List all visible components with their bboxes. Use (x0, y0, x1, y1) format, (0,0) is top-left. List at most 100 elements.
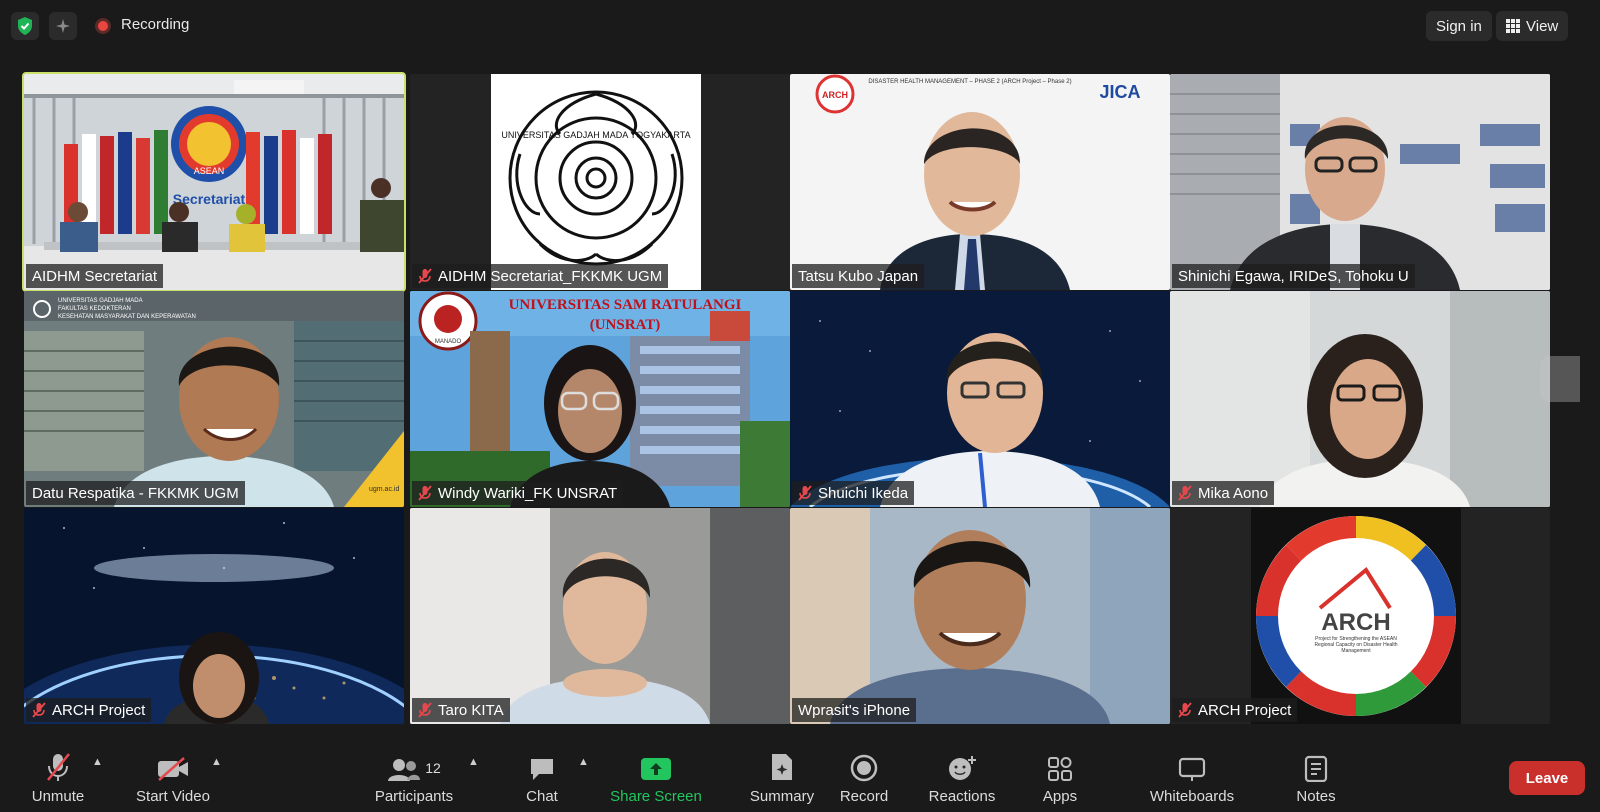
jica-banner: DISASTER HEALTH MANAGEMENT – PHASE 2 (AR… (868, 79, 1071, 85)
arch-logo-text: ARCH (1321, 609, 1390, 636)
video-grid: ASEAN Secretariat AIDHM Secretariat UNIV… (22, 72, 1574, 734)
participants-button[interactable]: 12 Participants (366, 748, 462, 805)
unsrat-seal-text: MANADO (435, 339, 462, 345)
whiteboards-button[interactable]: Whiteboards (1144, 748, 1240, 805)
participant-name: ARCH Project (52, 701, 146, 719)
apps-button[interactable]: Apps (1012, 748, 1108, 805)
asean-sign: ASEAN (194, 166, 225, 176)
participants-count: 12 (425, 760, 441, 776)
recording-dot-icon (95, 18, 111, 34)
video-feed: UNIVERSITAS GADJAH MADA FAKULTAS KEDOKTE… (24, 291, 404, 507)
start-video-button[interactable]: Start Video (125, 748, 221, 805)
ugm-seal-image: UNIVERSITAS GADJAH MADA YOGYAKARTA (410, 74, 790, 290)
leave-button[interactable]: Leave (1509, 761, 1585, 795)
arch-tagline: Project for Strengthening the ASEAN Regi… (1314, 636, 1398, 654)
participant-name: Windy Wariki_FK UNSRAT (438, 484, 618, 502)
notes-icon (1304, 755, 1328, 782)
participant-name: Datu Respatika - FKKMK UGM (32, 484, 239, 502)
participant-name: ARCH Project (1198, 701, 1292, 719)
video-feed (1170, 291, 1550, 507)
participant-name-bar: AIDHM Secretariat_FKKMK UGM (412, 264, 669, 288)
audio-options-chevron-icon[interactable]: ▲ (92, 756, 103, 768)
share-screen-label: Share Screen (610, 788, 702, 805)
share-screen-button[interactable]: Share Screen (608, 748, 704, 805)
unsrat-subtitle: (UNSRAT) (590, 317, 661, 333)
participant-name-bar: Wprasit's iPhone (792, 698, 917, 722)
participant-name-bar: AIDHM Secretariat (26, 264, 164, 288)
video-feed (790, 291, 1170, 507)
notes-label: Notes (1296, 788, 1336, 805)
arch-logo-image: ARCH Project for Strengthening the ASEAN… (1170, 508, 1550, 724)
ugm-url: ugm.ac.id (369, 486, 399, 493)
video-feed: DISASTER HEALTH MANAGEMENT – PHASE 2 (AR… (790, 74, 1170, 290)
ugm-seal-text: UNIVERSITAS GADJAH MADA YOGYAKARTA (501, 130, 690, 140)
arch-logo-small: ARCH (822, 90, 848, 100)
reactions-label: Reactions (928, 788, 996, 805)
participant-name-bar: Shuichi Ikeda (792, 481, 915, 505)
jica-logo: JICA (1099, 82, 1140, 102)
video-tile-wprasits-iphone[interactable]: Wprasit's iPhone (790, 508, 1170, 724)
video-tile-datu-respatika[interactable]: UNIVERSITAS GADJAH MADA FAKULTAS KEDOKTE… (24, 291, 404, 507)
ai-sparkle-icon[interactable] (49, 12, 77, 40)
video-tile-aidhm-secretariat[interactable]: ASEAN Secretariat AIDHM Secretariat (22, 72, 406, 292)
video-off-icon (158, 757, 188, 781)
participant-name-bar: Mika Aono (1172, 481, 1275, 505)
video-feed (790, 508, 1170, 724)
video-tile-mika-aono[interactable]: Mika Aono (1170, 291, 1550, 507)
video-tile-aidhm-secretariat-fkkmk-ugm[interactable]: UNIVERSITAS GADJAH MADA YOGYAKARTA AIDHM… (410, 74, 790, 290)
gallery-scroll-handle[interactable] (1540, 356, 1580, 402)
mic-muted-icon (418, 268, 432, 284)
notes-button[interactable]: Notes (1268, 748, 1364, 805)
participants-options-chevron-icon[interactable]: ▲ (468, 756, 479, 768)
mic-muted-icon (32, 702, 46, 718)
participants-label: Participants (374, 788, 454, 805)
start-video-label: Start Video (136, 788, 210, 805)
top-bar: Recording Sign in View (0, 0, 1600, 52)
mic-muted-icon (418, 702, 432, 718)
summary-label: Summary (749, 788, 815, 805)
participants-icon (388, 759, 421, 781)
view-button[interactable]: View (1496, 11, 1569, 41)
participant-name-bar: Shinichi Egawa, IRIDeS, Tohoku U (1172, 264, 1415, 288)
mic-muted-icon (1178, 485, 1192, 501)
video-tile-shuichi-ikeda[interactable]: Shuichi Ikeda (790, 291, 1170, 507)
security-shield-icon[interactable] (11, 12, 39, 40)
participant-name: AIDHM Secretariat_FKKMK UGM (438, 267, 663, 285)
ugm-header-line-2: FAKULTAS KEDOKTERAN (58, 306, 131, 312)
recording-label: Recording (121, 16, 190, 33)
video-tile-arch-project-1[interactable]: ARCH Project (24, 508, 404, 724)
chat-label: Chat (526, 788, 558, 805)
participant-name: Mika Aono (1198, 484, 1269, 502)
video-tile-taro-kita[interactable]: Taro KITA (410, 508, 790, 724)
participant-name-bar: ARCH Project (1172, 698, 1298, 722)
chat-options-chevron-icon[interactable]: ▲ (578, 756, 589, 768)
share-screen-icon (641, 758, 671, 780)
video-tile-shinichi-egawa[interactable]: Shinichi Egawa, IRIDeS, Tohoku U (1170, 74, 1550, 290)
record-label: Record (839, 788, 889, 805)
participant-name-bar: Datu Respatika - FKKMK UGM (26, 481, 245, 505)
chat-icon (531, 759, 553, 780)
reactions-icon (949, 756, 976, 780)
participant-name-bar: ARCH Project (26, 698, 152, 722)
video-options-chevron-icon[interactable]: ▲ (211, 756, 222, 768)
video-tile-windy-wariki[interactable]: UNIVERSITAS SAM RATULANGI (UNSRAT) MANAD… (410, 291, 790, 507)
participant-name: Wprasit's iPhone (798, 701, 911, 719)
participant-name-bar: Windy Wariki_FK UNSRAT (412, 481, 624, 505)
sign-in-button[interactable]: Sign in (1426, 11, 1492, 41)
record-button[interactable]: Record (816, 748, 912, 805)
chat-button[interactable]: Chat (494, 748, 590, 805)
mic-muted-icon (47, 753, 70, 781)
video-tile-arch-project-2[interactable]: ARCH Project for Strengthening the ASEAN… (1170, 508, 1550, 724)
participant-name: AIDHM Secretariat (32, 267, 158, 285)
record-icon (850, 754, 878, 782)
video-feed: ASEAN Secretariat (24, 74, 404, 290)
reactions-button[interactable]: Reactions (914, 748, 1010, 805)
participant-name: Shuichi Ikeda (818, 484, 909, 502)
whiteboards-label: Whiteboards (1149, 788, 1235, 805)
video-feed (1170, 74, 1550, 290)
meeting-toolbar: Unmute ▲ Start Video ▲ 12 Participants ▲… (0, 740, 1600, 812)
video-tile-tatsu-kubo-japan[interactable]: DISASTER HEALTH MANAGEMENT – PHASE 2 (AR… (790, 74, 1170, 290)
mic-muted-icon (798, 485, 812, 501)
view-label: View (1526, 17, 1559, 35)
sign-in-label: Sign in (1436, 17, 1482, 35)
